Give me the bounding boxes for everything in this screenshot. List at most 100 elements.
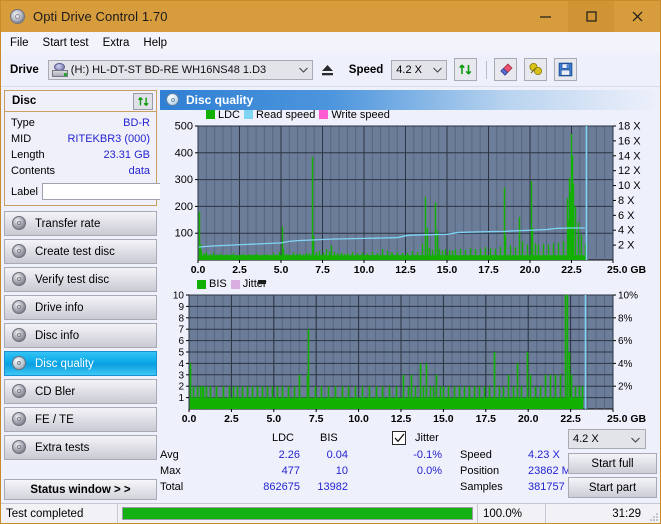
toolbar-separator [486,60,488,79]
eject-button[interactable] [316,59,339,80]
svg-text:10: 10 [173,291,185,302]
app-window: Opti Drive Control 1.70 File Start test … [0,0,661,524]
disc-icon [11,440,28,455]
sidebar-item-disc-quality[interactable]: Disc quality [4,351,157,376]
status-bar: Test completed 100.0% 31:29 [1,503,660,523]
stats-max-jitter: 0.0% [416,465,442,477]
svg-text:10 X: 10 X [618,180,641,192]
page-title: Disc quality [186,92,254,107]
svg-text:9: 9 [178,302,184,313]
test-speed-value: 4.2 X [573,433,599,445]
start-full-button[interactable]: Start full [568,453,657,474]
svg-text:12 X: 12 X [618,165,641,177]
position-stat-label: Position [460,465,500,477]
sidebar-item-transfer-rate[interactable]: Transfer rate [4,211,157,236]
svg-text:10.0: 10.0 [354,264,375,276]
disc-mid-value: RITEKBR3 (000) [67,133,150,145]
menu-start-test[interactable]: Start test [43,35,97,51]
svg-text:400: 400 [175,147,193,159]
samples-stat-value: 381757 [528,481,565,493]
sidebar: Disc Type BD-R MID RITEKBR3 (000) Length… [1,87,210,503]
status-window-button[interactable]: Status window > > [4,479,157,500]
sidebar-item-fe-te[interactable]: FE / TE [4,407,157,432]
legend-entry: LDC [206,109,240,121]
progress-bar [118,504,478,523]
resize-grip-icon[interactable] [646,504,660,523]
sidebar-item-drive-info[interactable]: Drive info [4,295,157,320]
svg-text:7: 7 [178,325,184,336]
refresh-button[interactable] [454,58,478,81]
svg-text:2%: 2% [618,382,633,393]
stats-row-total-label: Total [160,481,184,493]
svg-text:2: 2 [178,382,184,393]
sidebar-item-extra-tests[interactable]: Extra tests [4,435,157,460]
disc-icon [11,356,28,371]
sidebar-item-create-test-disc[interactable]: Create test disc [4,239,157,264]
sidebar-item-label: Extra tests [35,441,90,454]
speed-label: Speed [348,63,384,76]
svg-text:500: 500 [175,120,193,132]
erase-button[interactable] [494,58,518,81]
BIS-baseline [189,398,583,410]
svg-text:2.5: 2.5 [224,413,239,425]
sidebar-item-label: Disc quality [35,357,94,370]
sidebar-item-cd-bler[interactable]: CD Bler [4,379,157,404]
menu-help[interactable]: Help [143,35,175,51]
disc-length-value: 23.31 GB [103,149,150,161]
sidebar-item-verify-test-disc[interactable]: Verify test disc [4,267,157,292]
stats-avg-ldc: 2.26 [278,449,300,461]
sidebar-item-disc-info[interactable]: Disc info [4,323,157,348]
menu-bar: File Start test Extra Help [1,32,660,53]
disc-row-type: Type BD-R [11,115,150,131]
svg-text:16 X: 16 X [618,135,641,147]
menu-extra[interactable]: Extra [103,35,138,51]
maximize-icon[interactable] [568,1,614,32]
disc-mid-label: MID [11,133,32,145]
save-button[interactable] [554,58,578,81]
svg-text:8 X: 8 X [618,195,635,207]
sidebar-nav: Transfer rate Create test disc Verify te… [4,211,157,460]
disc-icon [11,384,28,399]
sidebar-item-label: Verify test disc [35,273,110,286]
close-icon[interactable] [614,1,660,32]
svg-text:100: 100 [175,228,193,240]
svg-text:22.5: 22.5 [560,413,581,425]
svg-text:0.0: 0.0 [182,413,197,425]
drive-select[interactable]: (H:) HL-DT-ST BD-RE WH16NS48 1.D3 [47,59,313,80]
sidebar-item-label: Disc info [35,329,80,342]
svg-text:18 X: 18 X [618,120,641,132]
svg-text:20.0: 20.0 [520,264,541,276]
drive-select-value: (H:) HL-DT-ST BD-RE WH16NS48 1.D3 [70,63,267,76]
stats-avg-jitter: -0.1% [413,449,442,461]
disc-info-panel: Disc Type BD-R MID RITEKBR3 (000) Length… [4,90,210,206]
svg-text:6%: 6% [618,337,633,348]
bulb-button[interactable] [524,58,548,81]
stats-total-bis: 13982 [317,481,348,493]
jitter-marker-icon [258,280,266,285]
speed-select[interactable]: 4.2 X [391,59,448,80]
samples-stat-label: Samples [460,481,503,493]
svg-text:2 X: 2 X [618,240,635,252]
disc-quality-icon [166,93,180,107]
svg-text:15.0: 15.0 [433,413,454,425]
svg-text:5.0: 5.0 [274,264,289,276]
svg-text:17.5: 17.5 [476,413,497,425]
menu-file[interactable]: File [10,35,37,51]
charts-area: 100 200 300 400 500 2 X 4 X 6 X 8 X 10 X 12 X 14 X 1… [160,109,657,429]
svg-text:14 X: 14 X [618,150,641,162]
disc-refresh-button[interactable] [133,92,153,110]
ldc-chart: 100 200 300 400 500 2 X 4 X 6 X 8 X 10 X 12 X 14 X 1… [160,109,657,280]
legend-entry: Read speed [244,109,315,121]
minimize-icon[interactable] [522,1,568,32]
test-speed-select[interactable]: 4.2 X [568,429,646,449]
start-part-button[interactable]: Start part [568,477,657,498]
legend-swatch [244,110,254,120]
eraser-icon [500,63,513,76]
legend-entry: Write speed [319,109,390,121]
svg-text:6: 6 [178,337,184,348]
drive-icon [51,62,68,77]
svg-text:10%: 10% [618,291,638,302]
jitter-checkbox[interactable] [392,431,406,445]
sidebar-item-label: Drive info [35,301,84,314]
chevron-down-icon [631,434,640,446]
